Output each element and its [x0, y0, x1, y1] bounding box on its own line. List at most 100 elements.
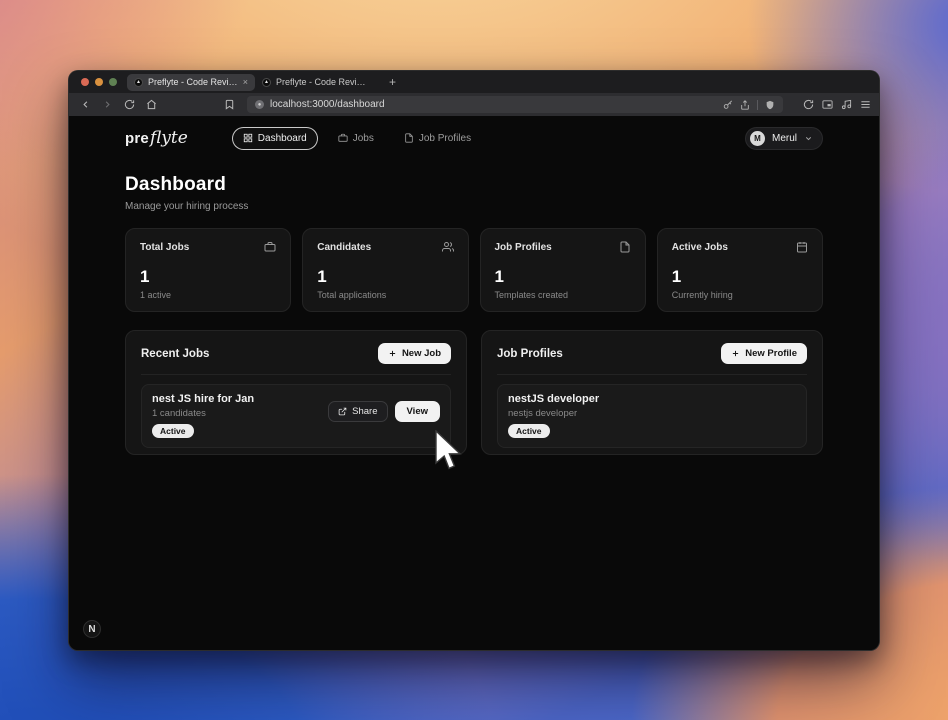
external-link-icon	[338, 407, 347, 416]
file-icon	[405, 133, 413, 143]
divider	[757, 99, 758, 110]
app-header: pre flyte Dashboard Jobs Job Profiles M …	[125, 116, 823, 154]
back-icon[interactable]	[77, 97, 93, 113]
grid-icon	[243, 133, 252, 143]
panels-row: Recent Jobs New Job nest JS hire for Jan…	[125, 330, 823, 455]
home-icon[interactable]	[143, 97, 159, 113]
briefcase-icon	[264, 242, 276, 252]
recent-jobs-panel: Recent Jobs New Job nest JS hire for Jan…	[125, 330, 467, 455]
briefcase-icon	[338, 133, 348, 142]
job-list-item[interactable]: nest JS hire for Jan 1 candidates Active…	[141, 384, 451, 448]
bookmark-icon[interactable]	[221, 97, 237, 113]
users-icon	[441, 242, 454, 252]
stat-card-job-profiles: Job Profiles 1 Templates created	[479, 228, 646, 312]
main-nav: Dashboard Jobs Job Profiles	[231, 126, 481, 150]
status-badge: Active	[152, 424, 194, 438]
new-tab-button[interactable]: +	[389, 75, 396, 89]
close-window-button[interactable]	[81, 78, 89, 86]
browser-window: ▲ Preflyte - Code Review Assess × ▲ Pref…	[68, 70, 880, 651]
browser-tab-1[interactable]: ▲ Preflyte - Code Review Assess ×	[127, 73, 255, 91]
page-subtitle: Manage your hiring process	[125, 201, 249, 212]
share-page-icon[interactable]	[740, 99, 750, 110]
preflyte-logo[interactable]: pre flyte	[125, 128, 188, 148]
sync-icon[interactable]	[803, 99, 814, 110]
stat-label: Candidates	[317, 241, 372, 253]
chevron-down-icon	[805, 136, 812, 140]
panel-title: Recent Jobs	[141, 347, 210, 360]
music-note-icon[interactable]	[841, 99, 852, 110]
share-button[interactable]: Share	[328, 401, 388, 422]
page-content: pre flyte Dashboard Jobs Job Profiles M …	[69, 116, 879, 650]
stat-label: Job Profiles	[494, 241, 552, 253]
window-controls	[81, 78, 117, 86]
stat-card-active-jobs: Active Jobs 1 Currently hiring	[656, 228, 823, 312]
zoom-window-button[interactable]	[109, 78, 117, 86]
nav-item-job-profiles[interactable]: Job Profiles	[394, 128, 481, 149]
desktop-wallpaper: ▲ Preflyte - Code Review Assess × ▲ Pref…	[0, 0, 948, 720]
profile-list-item[interactable]: nestJS developer nestjs developer Active	[497, 384, 807, 448]
file-icon	[620, 241, 630, 253]
profile-title: nestJS developer	[508, 393, 600, 405]
nextjs-dev-indicator[interactable]: N	[83, 620, 101, 638]
stats-row: Total Jobs 1 1 active Candidates 1 Total…	[125, 228, 823, 312]
button-label: New Job	[401, 348, 441, 359]
stat-value: 1	[140, 267, 150, 286]
stat-sub: Templates created	[494, 290, 569, 300]
stat-value: 1	[494, 267, 504, 286]
button-label: New Profile	[745, 348, 797, 359]
user-name: Merul	[771, 132, 797, 144]
divider	[497, 374, 807, 375]
stat-sub: Total applications	[317, 290, 387, 300]
tab-close-icon[interactable]: ×	[243, 77, 248, 87]
tab-title: Preflyte - Code Review Assess	[148, 77, 238, 87]
profile-subtitle: nestjs developer	[508, 408, 578, 419]
stat-sub: Currently hiring	[671, 290, 733, 300]
tab-favicon-icon: ▲	[134, 77, 143, 87]
avatar: M	[749, 130, 765, 146]
stat-value: 1	[671, 267, 682, 286]
address-bar[interactable]: ● localhost:3000/dashboard	[247, 96, 783, 113]
job-profiles-panel: Job Profiles New Profile nestJS develope…	[481, 330, 823, 455]
shield-icon[interactable]	[765, 100, 775, 110]
nav-label: Job Profiles	[418, 132, 472, 144]
divider	[141, 374, 451, 375]
browser-tab-2[interactable]: ▲ Preflyte - Code Review Assessme	[255, 74, 375, 91]
logo-text-script: flyte	[149, 128, 188, 148]
toolbar-right-actions	[803, 99, 871, 110]
plus-icon	[733, 350, 739, 357]
stat-label: Total Jobs	[140, 241, 190, 253]
button-label: Share	[352, 406, 378, 417]
forward-icon[interactable]	[99, 97, 115, 113]
tab-favicon-icon: ▲	[262, 77, 271, 87]
nav-label: Jobs	[352, 132, 374, 144]
picture-in-picture-icon[interactable]	[822, 99, 833, 110]
new-job-button[interactable]: New Job	[377, 343, 451, 364]
browser-tab-bar: ▲ Preflyte - Code Review Assess × ▲ Pref…	[69, 71, 879, 93]
minimize-window-button[interactable]	[95, 78, 103, 86]
logo-text: pre	[125, 130, 149, 147]
calendar-icon	[797, 242, 807, 253]
nav-label: Dashboard	[257, 132, 307, 144]
stat-card-candidates: Candidates 1 Total applications	[302, 228, 469, 312]
stat-card-total-jobs: Total Jobs 1 1 active	[125, 228, 292, 312]
view-button[interactable]: View	[394, 401, 440, 422]
panel-title: Job Profiles	[497, 347, 563, 360]
browser-toolbar: ● localhost:3000/dashboard	[69, 93, 879, 116]
page-title: Dashboard	[125, 174, 227, 195]
address-bar-actions	[723, 99, 775, 110]
password-key-icon[interactable]	[723, 100, 733, 110]
plus-icon	[389, 350, 396, 357]
status-badge: Active	[508, 424, 550, 438]
user-menu[interactable]: M Merul	[744, 126, 823, 150]
nav-item-jobs[interactable]: Jobs	[328, 128, 384, 149]
stat-label: Active Jobs	[671, 241, 728, 253]
tab-title: Preflyte - Code Review Assessme	[276, 77, 368, 87]
site-info-icon[interactable]: ●	[255, 100, 264, 109]
stat-value: 1	[317, 267, 327, 286]
nav-item-dashboard[interactable]: Dashboard	[231, 126, 318, 150]
url-text[interactable]: localhost:3000/dashboard	[270, 99, 717, 110]
stat-sub: 1 active	[140, 290, 172, 300]
new-profile-button[interactable]: New Profile	[721, 343, 807, 364]
reload-icon[interactable]	[121, 97, 137, 113]
menu-icon[interactable]	[860, 99, 871, 110]
